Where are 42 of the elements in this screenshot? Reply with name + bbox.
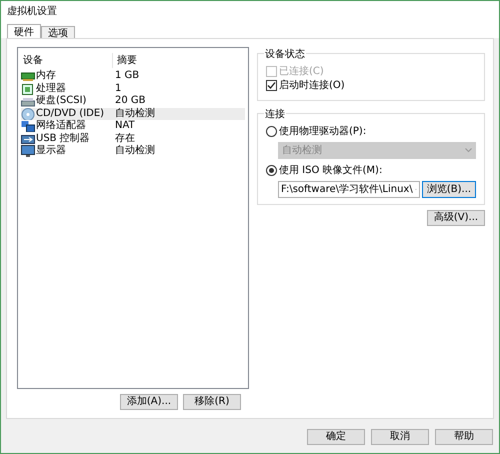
device-summary: 1 GB (114, 70, 140, 82)
dialog-button[interactable]: 帮助 (435, 429, 493, 445)
column-header[interactable]: 设备 (21, 52, 113, 68)
advanced-button[interactable]: 高级(V)... (427, 210, 485, 226)
radio-label: 使用物理驱动器(P): (279, 124, 366, 138)
device-name: CD/DVD (IDE) (36, 108, 104, 120)
device-name: 网络适配器 (36, 120, 86, 132)
device-name: 硬盘(SCSI) (36, 95, 86, 108)
radio-button[interactable] (266, 126, 277, 136)
list-button[interactable]: 添加(A)... (120, 394, 178, 410)
device-summary: 存在 (114, 132, 135, 145)
usb-port-icon (21, 132, 35, 145)
hard-disk-icon (21, 95, 35, 108)
memory-chip-icon (21, 70, 35, 82)
device-summary: NAT (114, 120, 135, 132)
device-name: 显示器 (36, 145, 66, 158)
device-name: USB 控制器 (36, 132, 90, 145)
device-summary: 20 GB (114, 95, 146, 108)
dialog-button[interactable]: 确定 (307, 429, 365, 445)
processor-chip-icon (21, 82, 35, 95)
radio-button[interactable] (266, 164, 277, 176)
column-header[interactable]: 摘要 (113, 52, 137, 68)
selected-row[interactable]: CD/DVD (IDE) 自动检测 (21, 108, 245, 120)
device-name: 处理器 (36, 82, 66, 95)
device-summary: 1 (114, 82, 122, 95)
browse-button[interactable]: 浏览(B)... (422, 181, 476, 198)
network-adapter-icon (21, 120, 35, 132)
tab[interactable]: 选项 (41, 26, 75, 38)
checkbox-label: 启动时连接(O) (279, 78, 345, 92)
checkbox-label: 已连接(C) (279, 64, 324, 78)
list-button[interactable]: 移除(R) (183, 394, 241, 410)
checkbox[interactable] (266, 80, 277, 90)
device-summary: 自动检测 (114, 145, 155, 158)
radio-label: 使用 ISO 映像文件(M): (279, 164, 382, 178)
window-title: 虚拟机设置 (1, 1, 499, 21)
dialog-button[interactable]: 取消 (371, 429, 429, 445)
chevron-icon (465, 148, 472, 153)
dropdown[interactable]: F:\software\学习软件\Linux\ (278, 181, 420, 198)
monitor-icon (21, 145, 35, 158)
device-summary: 自动检测 (114, 108, 155, 120)
device-name: 内存 (36, 70, 56, 82)
tab[interactable]: 硬件 (7, 24, 41, 38)
